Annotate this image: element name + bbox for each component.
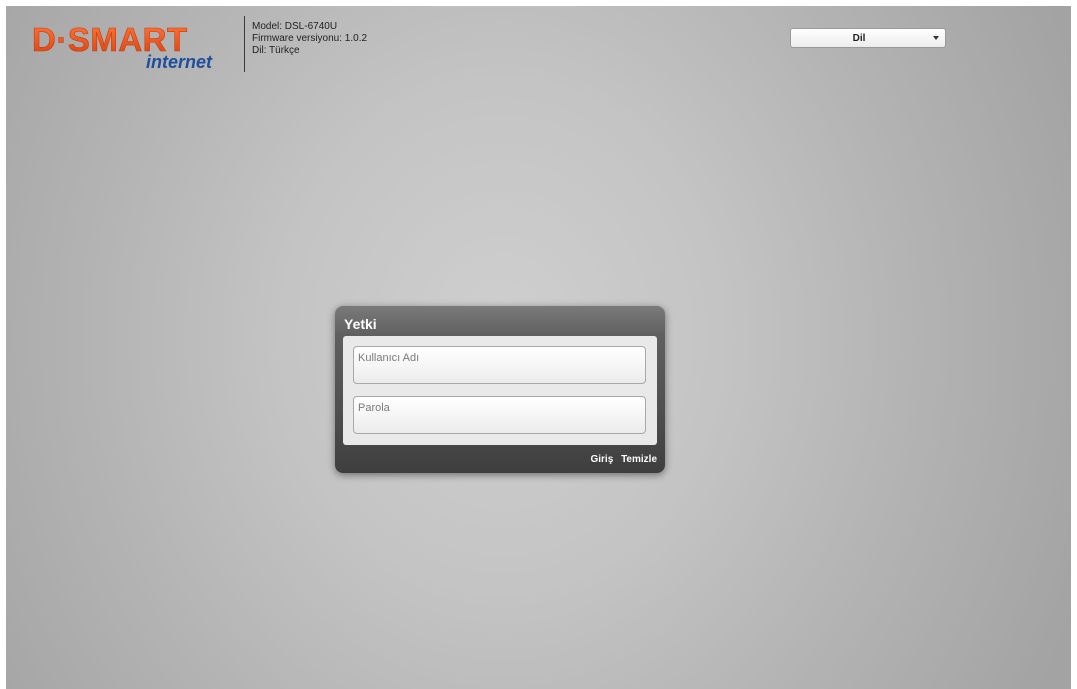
dsmart-logo: D·SMART internet bbox=[32, 22, 236, 74]
model-text: Model: DSL-6740U bbox=[252, 21, 338, 32]
login-form: Kullanıcı Adı Parola bbox=[343, 336, 657, 445]
login-dialog: Yetki Kullanıcı Adı Parola Giriş Temizle bbox=[335, 306, 665, 473]
language-select[interactable]: Dil bbox=[790, 28, 946, 48]
chevron-down-icon bbox=[933, 36, 939, 40]
login-title: Yetki bbox=[344, 316, 377, 332]
language-select-value: Dil bbox=[852, 33, 866, 44]
login-button[interactable]: Giriş bbox=[590, 454, 613, 465]
clear-button[interactable]: Temizle bbox=[621, 454, 657, 465]
firmware-text: Firmware versiyonu: 1.0.2 bbox=[252, 33, 368, 44]
password-field-frame: Parola bbox=[353, 396, 646, 434]
login-actions: Giriş Temizle bbox=[585, 454, 657, 465]
device-info: Model: DSL-6740U Firmware versiyonu: 1.0… bbox=[252, 21, 367, 57]
password-input[interactable] bbox=[354, 397, 645, 433]
username-input[interactable] bbox=[354, 347, 645, 383]
svg-text:internet: internet bbox=[146, 52, 213, 72]
username-field-frame: Kullanıcı Adı bbox=[353, 346, 646, 384]
language-text: Dil: Türkçe bbox=[252, 45, 300, 56]
header-divider bbox=[244, 16, 245, 72]
page-background: D·SMART internet Model: DSL-6740U Firmwa… bbox=[6, 6, 1071, 689]
